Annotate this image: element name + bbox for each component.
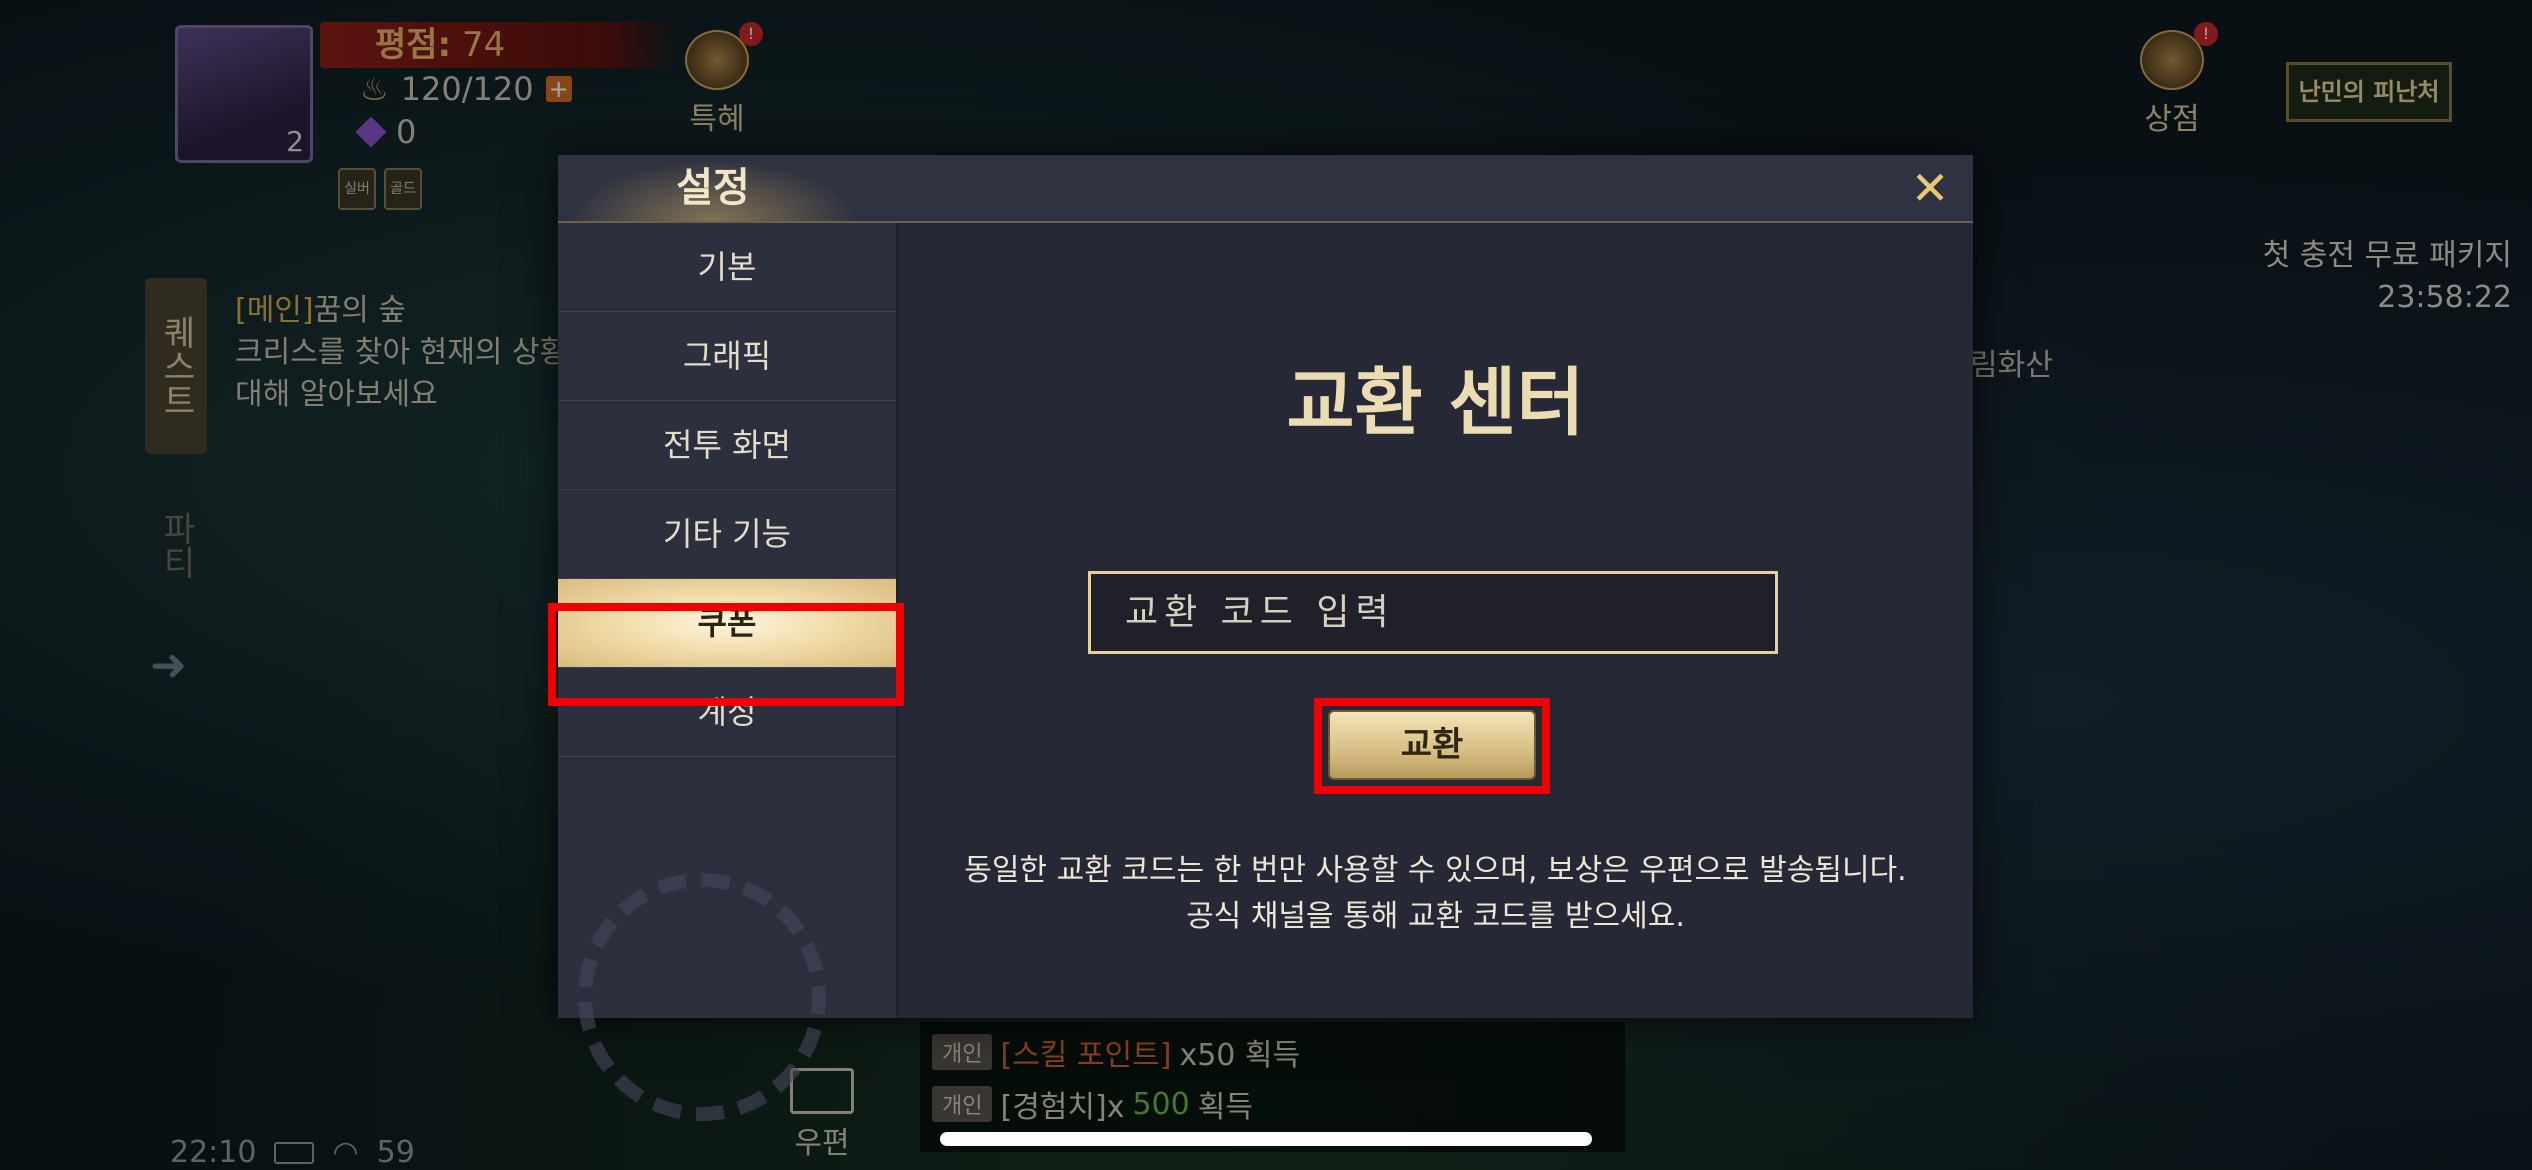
modal-header: 설정 ✕ [558, 155, 1973, 223]
clock: 22:10 [170, 1135, 257, 1170]
home-indicator[interactable] [940, 1132, 1592, 1146]
quest-desc-line1: 크리스를 찾아 현재의 상황 [235, 335, 568, 370]
shop-button[interactable]: 상점 ! [2140, 22, 2218, 138]
benefit-button[interactable]: 특혜 ! [685, 22, 763, 138]
collapse-arrow-icon[interactable]: ➜ [150, 640, 187, 691]
modal-title: 설정 [558, 155, 868, 221]
menu-item-coupon[interactable]: 쿠폰 [558, 579, 896, 668]
rating-value: 74 [461, 25, 506, 65]
gem-value: 0 [396, 113, 417, 151]
first-pack-label: 첫 충전 무료 패키지 [2262, 238, 2512, 273]
menu-item-graphics[interactable]: 그래픽 [558, 312, 896, 401]
quest-tab[interactable]: 퀘스트 [145, 278, 207, 454]
close-icon[interactable]: ✕ [1909, 165, 1951, 211]
chat-highlight: [스킬 포인트] [1000, 1038, 1172, 1073]
menu-item-account[interactable]: 계정 [558, 668, 896, 757]
note-line-1: 동일한 교환 코드는 한 번만 사용할 수 있으며, 보상은 우편으로 발송됩니… [964, 853, 1907, 888]
quest-desc-line2: 대해 알아보세요 [235, 377, 438, 412]
mail-label: 우편 [794, 1126, 850, 1161]
notification-badge: ! [739, 22, 763, 46]
rating-bar: 평점: 74 [320, 22, 680, 68]
settings-sidebar: 기본 그래픽 전투 화면 기타 기능 쿠폰 계정 [558, 223, 898, 1121]
battery-value: 59 [376, 1135, 415, 1170]
gear-decoration-icon [578, 873, 826, 1121]
quest-main-tag: [메인] [235, 293, 314, 328]
gem-display: 0 [355, 113, 417, 151]
menu-item-other-features[interactable]: 기타 기능 [558, 490, 896, 579]
stamina-display: ♨ 120/120 + [360, 70, 572, 108]
first-pack-timer: 23:58:22 [2377, 280, 2512, 315]
stamina-value: 120/120 [400, 70, 534, 108]
envelope-icon [790, 1068, 854, 1114]
menu-item-battle-screen[interactable]: 전투 화면 [558, 401, 896, 490]
note-line-2: 공식 채널을 통해 교환 코드를 받으세요. [1186, 899, 1685, 934]
chat-text: [경험치]x [1000, 1090, 1125, 1125]
chat-row: 개인 [스킬 포인트] x50 획득 [932, 1026, 1613, 1078]
exchange-note: 동일한 교환 코드는 한 번만 사용할 수 있으며, 보상은 우편으로 발송됩니… [898, 848, 1973, 940]
rating-label: 평점: [375, 25, 452, 65]
chat-row: 개인 [경험치]x 500 획득 [932, 1078, 1613, 1130]
battery-icon [274, 1141, 315, 1164]
quest-tracker[interactable]: [메인]꿈의 숲 크리스를 찾아 현재의 상황 대해 알아보세요 [235, 290, 567, 416]
location-label: 림화산 [1970, 348, 2053, 383]
silver-tag[interactable]: 실버 [338, 168, 376, 210]
exchange-code-input[interactable] [1088, 571, 1778, 654]
player-portrait[interactable]: 2 [175, 25, 313, 163]
gem-icon [355, 116, 387, 148]
stamina-icon: ♨ [360, 70, 389, 108]
chat-number: 500 [1132, 1086, 1190, 1122]
mail-button[interactable]: 우편 [790, 1068, 854, 1162]
benefit-label: 특혜 [689, 102, 745, 137]
first-pack-offer[interactable]: 첫 충전 무료 패키지 23:58:22 [2263, 235, 2512, 319]
menu-item-basic[interactable]: 기본 [558, 223, 896, 312]
content-title: 교환 센터 [1286, 360, 1585, 446]
chat-tag: 개인 [932, 1086, 993, 1122]
notification-badge: ! [2194, 22, 2218, 46]
status-bar: 22:10 ◠ 59 [170, 1135, 415, 1170]
exchange-button[interactable]: 교환 [1328, 710, 1536, 780]
party-tab[interactable]: 파티 [145, 480, 207, 610]
chat-text-end: 획득 [1197, 1090, 1253, 1125]
stamina-plus-button[interactable]: + [545, 76, 572, 102]
quest-title: 꿈의 숲 [313, 293, 406, 328]
chat-tag: 개인 [932, 1034, 993, 1070]
chat-text: x50 획득 [1179, 1038, 1301, 1073]
player-level: 2 [286, 125, 304, 158]
refuge-button[interactable]: 난민의 피난처 [2286, 62, 2452, 122]
gold-tag[interactable]: 골드 [384, 168, 422, 210]
shop-label: 상점 [2144, 102, 2200, 137]
wifi-icon: ◠ [332, 1135, 359, 1170]
